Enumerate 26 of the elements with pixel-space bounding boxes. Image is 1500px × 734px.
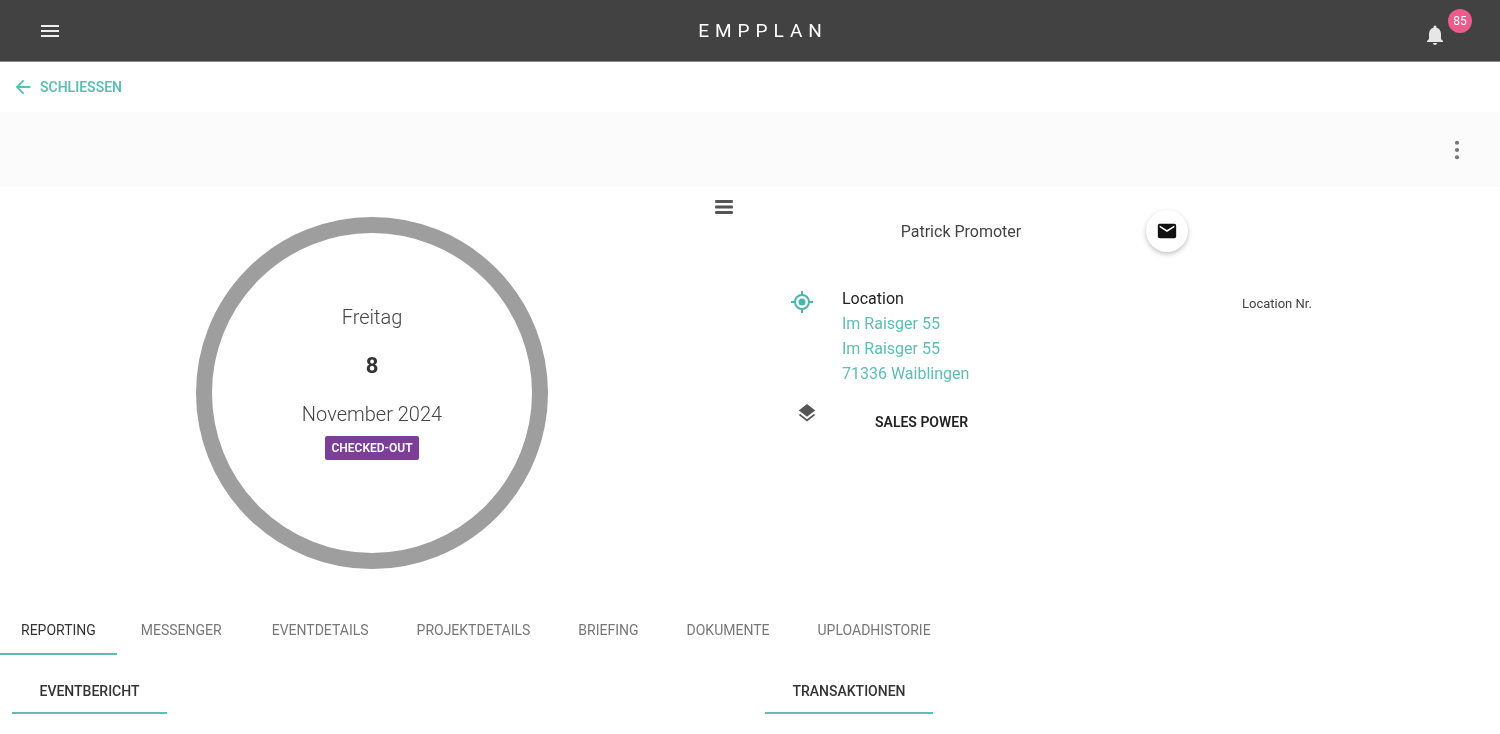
tab[interactable]: REPORTING bbox=[0, 607, 117, 655]
month-year-text: November 2024 bbox=[301, 401, 443, 426]
tab[interactable]: EVENTDETAILS bbox=[247, 607, 393, 655]
section-tab[interactable]: EVENTBERICHT bbox=[12, 669, 167, 714]
app-logo: EMPPLAN bbox=[698, 19, 828, 42]
notification-badge: 85 bbox=[1448, 8, 1472, 33]
address-line: 71336 Waiblingen bbox=[842, 363, 971, 385]
tab[interactable]: PROJEKTDETAILS bbox=[392, 607, 555, 655]
address-line: Im Raisger 55 bbox=[842, 338, 941, 360]
tab[interactable]: BRIEFING bbox=[554, 607, 663, 655]
status-badge: CHECKED-OUT bbox=[325, 435, 419, 460]
tab[interactable]: DOKUMENTE bbox=[662, 607, 794, 655]
address-line: Im Raisger 55 bbox=[842, 313, 941, 335]
weekday-text: Freitag bbox=[341, 304, 403, 329]
more-icon[interactable] bbox=[1454, 139, 1460, 160]
list-icon[interactable] bbox=[714, 199, 734, 215]
location-label: Location bbox=[842, 288, 905, 310]
day-number: 8 bbox=[365, 352, 379, 378]
location-target-icon bbox=[790, 290, 814, 314]
tab[interactable]: UPLOADHISTORIE bbox=[793, 607, 955, 655]
mail-button[interactable] bbox=[1146, 210, 1188, 252]
person-name: Patrick Promoter bbox=[899, 221, 1023, 241]
location-number-label: Location Nr. bbox=[1242, 296, 1312, 313]
section-tab[interactable]: TRANSAKTIONEN bbox=[765, 669, 933, 714]
project-name: SALES POWER bbox=[875, 414, 969, 430]
tab[interactable]: MESSENGER bbox=[116, 607, 248, 655]
